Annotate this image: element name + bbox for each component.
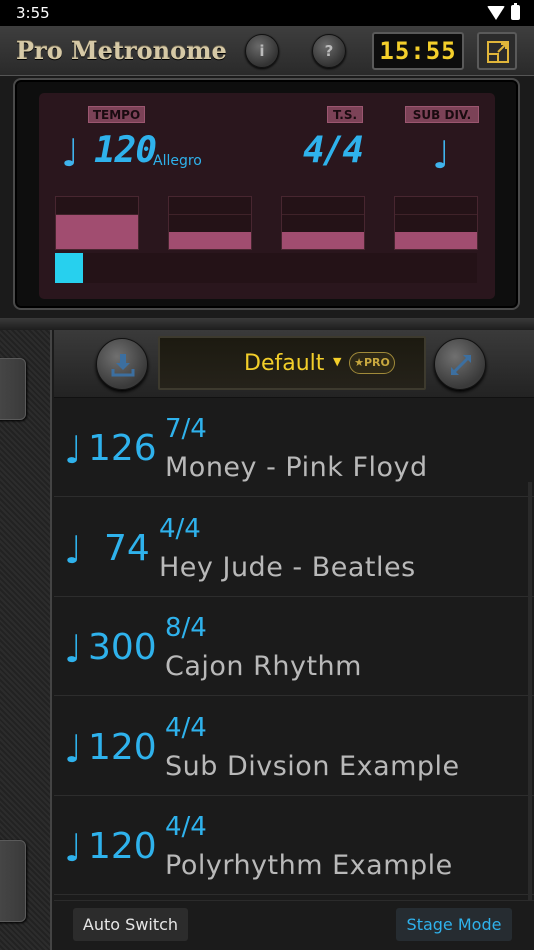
preset-name: Sub Divsion Example: [165, 751, 460, 782]
preset-time-signature: 7/4: [165, 414, 207, 444]
quarter-note-icon: ♩: [64, 627, 82, 671]
preset-bpm: 126: [88, 428, 157, 469]
beat-indicator[interactable]: [168, 196, 252, 250]
beat-segment: [282, 215, 364, 233]
subdivision-label: SUB DIV.: [405, 106, 479, 123]
tempo-label: TEMPO: [88, 106, 145, 123]
preset-name: Polyrhythm Example: [165, 850, 453, 881]
stage-mode-button[interactable]: Stage Mode: [396, 908, 512, 941]
help-button[interactable]: ?: [312, 34, 346, 68]
info-button[interactable]: i: [245, 34, 279, 68]
pro-badge: ★PRO: [349, 352, 395, 374]
measure-progress-fill: [55, 253, 83, 283]
panel-divider: [0, 318, 534, 330]
app-header: Pro Metronome i ? 15:55: [0, 26, 534, 76]
beat-fill: [282, 232, 364, 249]
side-handle-top[interactable]: [0, 358, 26, 420]
lcd-display[interactable]: TEMPO T.S. SUB DIV. ♩ 120 Allegro 4/4 ♩: [39, 93, 495, 299]
preset-bpm: 74: [104, 528, 150, 569]
measure-progress: [55, 253, 477, 283]
beat-segment: [56, 197, 138, 215]
tempo-marking: Allegro: [153, 153, 202, 169]
preset-bpm: 120: [88, 727, 157, 768]
status-bar: 3:55: [0, 0, 534, 26]
clock-display: 15:55: [372, 32, 464, 70]
side-rail: [0, 330, 52, 950]
quarter-note-icon: ♩: [64, 428, 82, 472]
quarter-note-icon: ♩: [64, 727, 82, 771]
preset-dropdown[interactable]: Default ▼ ★PRO: [158, 336, 426, 390]
beat-fill: [395, 232, 477, 249]
dropdown-arrow-icon: ▼: [333, 355, 342, 368]
beat-segment: [282, 197, 364, 215]
quarter-note-icon: ♩: [64, 826, 82, 870]
quarter-note-icon: ♩: [61, 131, 79, 175]
beat-indicator[interactable]: [55, 196, 139, 250]
preset-time-signature: 4/4: [159, 514, 201, 544]
side-handle-bottom[interactable]: [0, 840, 26, 922]
preset-bpm: 300: [88, 627, 157, 668]
time-signature-value[interactable]: 4/4: [303, 130, 364, 171]
wifi-icon: [487, 5, 505, 20]
beat-fill: [169, 232, 251, 249]
preset-time-signature: 4/4: [165, 812, 207, 842]
app-root: 3:55 Pro Metronome i ? 15:55 TEMPO T.S. …: [0, 0, 534, 950]
status-time: 3:55: [16, 4, 50, 22]
preset-item[interactable]: ♩ 126 7/4 Money - Pink Floyd: [54, 398, 534, 497]
beat-fill: [56, 215, 138, 249]
quarter-note-icon: ♩: [64, 528, 82, 572]
subdivision-note-icon[interactable]: ♩: [432, 133, 450, 177]
status-icons: [487, 3, 520, 20]
beat-segment: [169, 197, 251, 215]
layout-icon: [487, 41, 509, 63]
time-signature-label: T.S.: [327, 106, 363, 123]
auto-switch-button[interactable]: Auto Switch: [73, 908, 188, 941]
preset-name: Cajon Rhythm: [165, 651, 362, 682]
download-button[interactable]: [96, 338, 148, 390]
download-icon: [111, 354, 135, 377]
preset-toolbar: Default ▼ ★PRO: [54, 330, 534, 398]
battery-icon: [511, 3, 520, 20]
lcd-frame: TEMPO T.S. SUB DIV. ♩ 120 Allegro 4/4 ♩: [13, 78, 520, 310]
preset-item[interactable]: ♩ 120 4/4 Polyrhythm Example: [54, 796, 534, 895]
preset-item[interactable]: ♩ 74 4/4 Hey Jude - Beatles: [54, 498, 534, 597]
preset-item[interactable]: ♩ 300 8/4 Cajon Rhythm: [54, 597, 534, 696]
preset-bpm: 120: [88, 826, 157, 867]
preset-name: Default: [244, 351, 325, 376]
layout-button[interactable]: [477, 32, 517, 70]
beat-indicator[interactable]: [281, 196, 365, 250]
beat-segment: [169, 215, 251, 233]
preset-item[interactable]: ♩ 120 4/4 Sub Divsion Example: [54, 697, 534, 796]
preset-name: Hey Jude - Beatles: [159, 552, 416, 583]
beat-segment: [395, 197, 477, 215]
preset-name: Money - Pink Floyd: [165, 452, 428, 483]
beat-segment: [395, 215, 477, 233]
expand-button[interactable]: [434, 338, 486, 390]
preset-list: ♩ 126 7/4 Money - Pink Floyd ♩ 74 4/4 He…: [54, 398, 534, 902]
list-scrollbar[interactable]: [528, 482, 532, 902]
expand-icon: [451, 355, 471, 375]
tempo-value[interactable]: 120: [94, 130, 157, 171]
preset-time-signature: 4/4: [165, 713, 207, 743]
preset-time-signature: 8/4: [165, 613, 207, 643]
app-title: Pro Metronome: [16, 36, 227, 65]
bottom-bar: Auto Switch Stage Mode: [54, 900, 534, 950]
beat-indicator[interactable]: [394, 196, 478, 250]
